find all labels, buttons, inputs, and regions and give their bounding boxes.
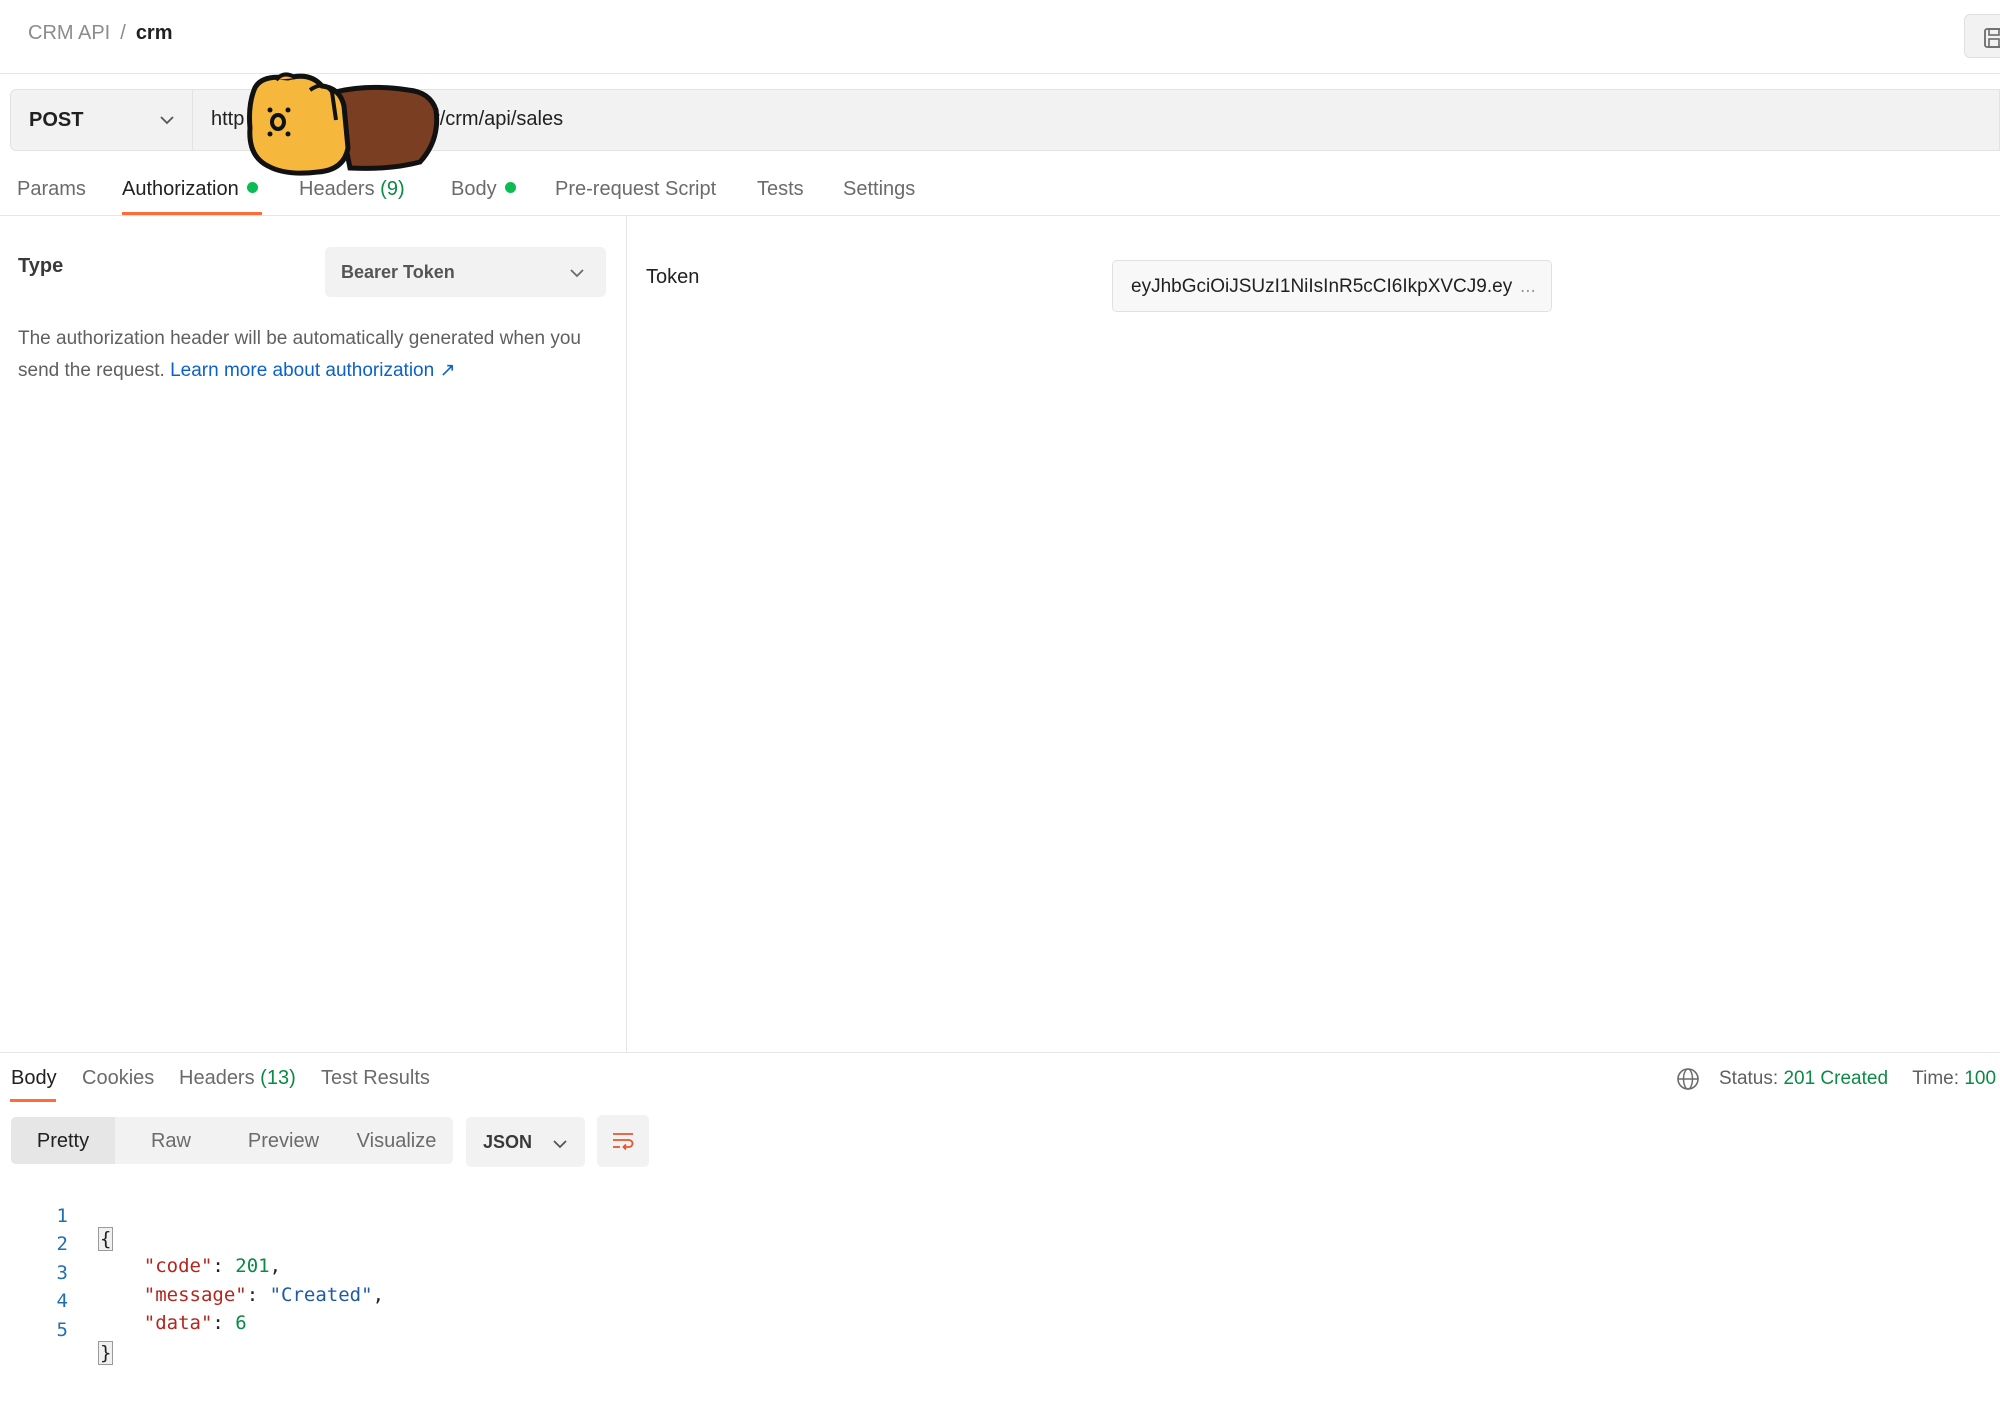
auth-type-label: Type [18, 255, 64, 277]
response-view-mode-group: Pretty Raw Preview Visualize [11, 1117, 453, 1164]
close-brace: } [98, 1341, 114, 1365]
wrap-lines-icon [613, 1133, 634, 1151]
json-value-code: 201 [235, 1255, 270, 1277]
open-brace: { [98, 1227, 114, 1251]
view-visualize-button[interactable]: Visualize [340, 1117, 453, 1164]
response-tab-headers-count: (13) [260, 1067, 296, 1089]
method-label: POST [29, 109, 84, 131]
tab-authorization-indicator-dot [246, 182, 258, 193]
tab-pre-request-script[interactable]: Pre-request Script [555, 178, 716, 201]
tab-body[interactable]: Body [451, 178, 516, 201]
breadcrumb-separator: / [120, 22, 126, 44]
learn-more-authorization-link[interactable]: Learn more about authorization ↗ [170, 360, 455, 381]
response-tab-cookies-label: Cookies [82, 1067, 155, 1089]
json-key-code: "code" [143, 1255, 213, 1277]
token-label: Token [646, 266, 700, 288]
token-value: eyJhbGciOiJSUzI1NiIsInR5cCI6IkpXVCJ9.ey [1131, 276, 1513, 297]
method-select[interactable]: POST [11, 90, 193, 150]
tab-settings[interactable]: Settings [843, 178, 915, 201]
view-pretty-button[interactable]: Pretty [11, 1117, 115, 1164]
auth-type-select[interactable]: Bearer Token [325, 247, 606, 297]
request-tabs: Params Authorization Headers (9) Body Pr… [0, 166, 2000, 216]
tab-tests[interactable]: Tests [757, 178, 804, 201]
chevron-down-icon [160, 116, 174, 125]
wrap-lines-button[interactable] [597, 1115, 649, 1167]
panel-divider[interactable] [626, 216, 627, 1052]
json-key-data: "data" [143, 1312, 213, 1334]
json-value-data: 6 [235, 1312, 247, 1334]
code-line: 3 "message": "Created", [0, 1240, 384, 1306]
breadcrumb: CRM API / crm [28, 22, 173, 45]
auth-description: The authorization header will be automat… [18, 323, 618, 387]
json-value-message: "Created" [269, 1284, 373, 1306]
view-raw-button[interactable]: Raw [115, 1117, 227, 1164]
tab-headers[interactable]: Headers (9) [299, 178, 405, 201]
response-status: Status: 201 Created Time: 100 m [1719, 1068, 2000, 1090]
response-tab-test-results-label: Test Results [321, 1067, 430, 1089]
code-line: 5 } [0, 1297, 114, 1365]
tab-params[interactable]: Params [17, 178, 86, 201]
response-tab-body[interactable]: Body [11, 1067, 57, 1090]
line-number: 5 [56, 1319, 68, 1341]
token-input[interactable]: eyJhbGciOiJSUzI1NiIsInR5cCI6IkpXVCJ9.ey … [1112, 260, 1552, 312]
response-tab-test-results[interactable]: Test Results [321, 1067, 430, 1090]
tab-authorization[interactable]: Authorization [122, 178, 258, 201]
tab-headers-count: (9) [380, 178, 405, 200]
time-value[interactable]: 100 m [1964, 1068, 2000, 1089]
json-key-message: "message" [143, 1284, 247, 1306]
request-header: CRM API / crm [0, 0, 2000, 74]
breadcrumb-request-name[interactable]: crm [136, 22, 173, 45]
tab-body-label: Body [451, 178, 497, 200]
code-line: 2 "code": 201, [0, 1211, 282, 1277]
view-preview-button[interactable]: Preview [227, 1117, 340, 1164]
tab-tests-label: Tests [757, 178, 804, 200]
chevron-down-icon [553, 1140, 567, 1149]
status-value[interactable]: 201 Created [1783, 1068, 1888, 1089]
chevron-down-icon [570, 269, 584, 278]
mascot-sticker-image [247, 72, 440, 176]
tab-body-indicator-dot [504, 182, 516, 193]
active-tab-underline [122, 212, 262, 215]
tab-authorization-label: Authorization [122, 178, 239, 200]
response-tab-headers[interactable]: Headers (13) [179, 1067, 296, 1090]
auth-type-value: Bearer Token [341, 262, 455, 282]
response-format-select[interactable]: JSON [466, 1117, 585, 1167]
save-icon [1984, 28, 2000, 48]
tab-pre-request-script-label: Pre-request Script [555, 178, 717, 200]
code-line: 4 "data": 6 [0, 1268, 247, 1334]
code-line: 1 { [0, 1183, 114, 1251]
tab-params-label: Params [17, 178, 86, 200]
time-label: Time: [1912, 1068, 1960, 1089]
save-button[interactable] [1964, 14, 2000, 58]
tab-settings-label: Settings [843, 178, 916, 200]
response-tab-body-label: Body [11, 1067, 57, 1089]
response-tab-cookies[interactable]: Cookies [82, 1067, 154, 1090]
token-ellipsis: ... [1518, 276, 1536, 298]
globe-icon[interactable] [1676, 1067, 1700, 1091]
tab-headers-label: Headers [299, 178, 375, 200]
response-divider[interactable] [0, 1052, 2000, 1053]
status-label: Status: [1719, 1068, 1779, 1089]
response-active-tab-underline [10, 1099, 56, 1102]
response-format-value: JSON [483, 1132, 533, 1152]
breadcrumb-collection[interactable]: CRM API [28, 22, 110, 45]
response-tab-headers-label: Headers [179, 1067, 255, 1089]
